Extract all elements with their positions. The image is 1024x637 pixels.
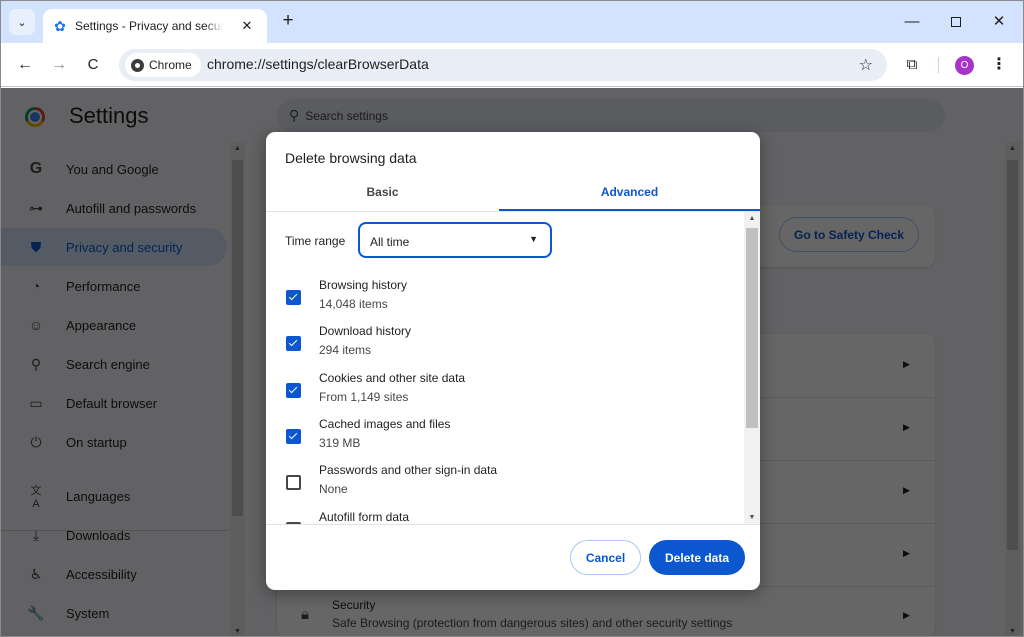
tab-advanced[interactable]: Advanced: [499, 177, 760, 211]
dropdown-arrow-icon: ▼: [529, 234, 538, 244]
checkbox-item-browsing-history[interactable]: Browsing history 14,048 items: [266, 278, 736, 324]
forward-button[interactable]: →: [47, 53, 71, 77]
url-text[interactable]: chrome://settings/clearBrowserData: [207, 56, 429, 72]
tab-basic[interactable]: Basic: [266, 177, 499, 211]
tab-strip: ⌄ ✿ Settings - Privacy and security ✕ + …: [1, 1, 1023, 43]
checkbox-detail: 14,048 items: [319, 297, 388, 311]
time-range-label: Time range: [285, 234, 346, 248]
delete-browsing-data-dialog: Delete browsing data Basic Advanced Time…: [266, 132, 760, 590]
checkbox-checked[interactable]: [286, 383, 301, 398]
dialog-scroll-thumb[interactable]: [746, 228, 758, 428]
cancel-button[interactable]: Cancel: [570, 540, 641, 575]
checkbox-label: Passwords and other sign-in data: [319, 463, 498, 477]
chevron-down-icon: ⌄: [17, 16, 27, 29]
close-window-button[interactable]: ✕: [984, 11, 1014, 33]
chrome-icon: [131, 58, 144, 72]
checkbox-item-cached-images-and-files[interactable]: Cached images and files 319 MB: [266, 417, 736, 463]
more-menu-icon[interactable]: ⋮: [989, 53, 1009, 77]
checkbox-unchecked[interactable]: [286, 475, 301, 490]
checkbox-detail: None: [319, 482, 348, 496]
checkbox-label: Cookies and other site data: [319, 371, 466, 385]
checkbox-detail: 294 items: [319, 343, 372, 357]
puzzle-icon[interactable]: ⧉: [901, 54, 923, 76]
browser-window: ⌄ ✿ Settings - Privacy and security ✕ + …: [0, 0, 1024, 637]
scroll-up-icon[interactable]: ▲: [744, 215, 760, 222]
checkbox-detail: From 1,149 sites: [319, 390, 409, 404]
new-tab-button[interactable]: +: [277, 11, 299, 33]
address-bar[interactable]: Chrome chrome://settings/clearBrowserDat…: [119, 49, 887, 81]
dialog-title: Delete browsing data: [285, 150, 417, 166]
footer-divider: [266, 524, 760, 525]
dialog-body: Time range All time ▼ Browsing history 14…: [266, 212, 760, 524]
tab-settings[interactable]: ✿ Settings - Privacy and security ✕: [43, 9, 267, 43]
checkbox-checked[interactable]: [286, 429, 301, 444]
checkbox-item-passwords-and-other-sign-in-data[interactable]: Passwords and other sign-in data None: [266, 463, 736, 509]
checkbox-label: Cached images and files: [319, 417, 451, 431]
minimize-button[interactable]: —: [897, 11, 927, 33]
checkbox-checked[interactable]: [286, 336, 301, 351]
checkbox-checked[interactable]: [286, 290, 301, 305]
back-button[interactable]: ←: [13, 53, 37, 77]
reload-button[interactable]: C: [81, 53, 105, 77]
checkbox-label: Browsing history: [319, 278, 408, 292]
maximize-icon: [951, 17, 961, 28]
gear-icon: ✿: [54, 18, 66, 34]
scroll-down-icon[interactable]: ▼: [744, 514, 760, 521]
bookmark-star-icon[interactable]: ☆: [859, 55, 873, 75]
dialog-scrollbar[interactable]: ▲ ▼: [744, 212, 760, 524]
tab-search-button[interactable]: ⌄: [9, 9, 35, 35]
toolbar-divider: [938, 57, 939, 73]
checkbox-label: Autofill form data: [319, 510, 410, 524]
time-range-value: All time: [370, 235, 410, 249]
checkbox-detail: 319 MB: [319, 436, 361, 450]
checkbox-item-download-history[interactable]: Download history 294 items: [266, 324, 736, 370]
tab-title: Settings - Privacy and security: [75, 19, 223, 33]
tab-close-icon[interactable]: ✕: [239, 18, 255, 34]
time-range-select[interactable]: All time ▼: [358, 222, 552, 258]
site-info-chip[interactable]: Chrome: [125, 53, 201, 77]
profile-avatar[interactable]: O: [955, 56, 974, 75]
checkbox-item-autofill-form-data[interactable]: Autofill form data: [266, 510, 736, 524]
checkbox-item-cookies-and-other-site-data[interactable]: Cookies and other site data From 1,149 si…: [266, 371, 736, 417]
chip-label: Chrome: [149, 58, 192, 72]
checkbox-label: Download history: [319, 324, 412, 338]
delete-data-button[interactable]: Delete data: [649, 540, 745, 575]
toolbar: ← → C Chrome chrome://settings/clearBrow…: [1, 43, 1023, 87]
maximize-button[interactable]: [941, 11, 971, 33]
